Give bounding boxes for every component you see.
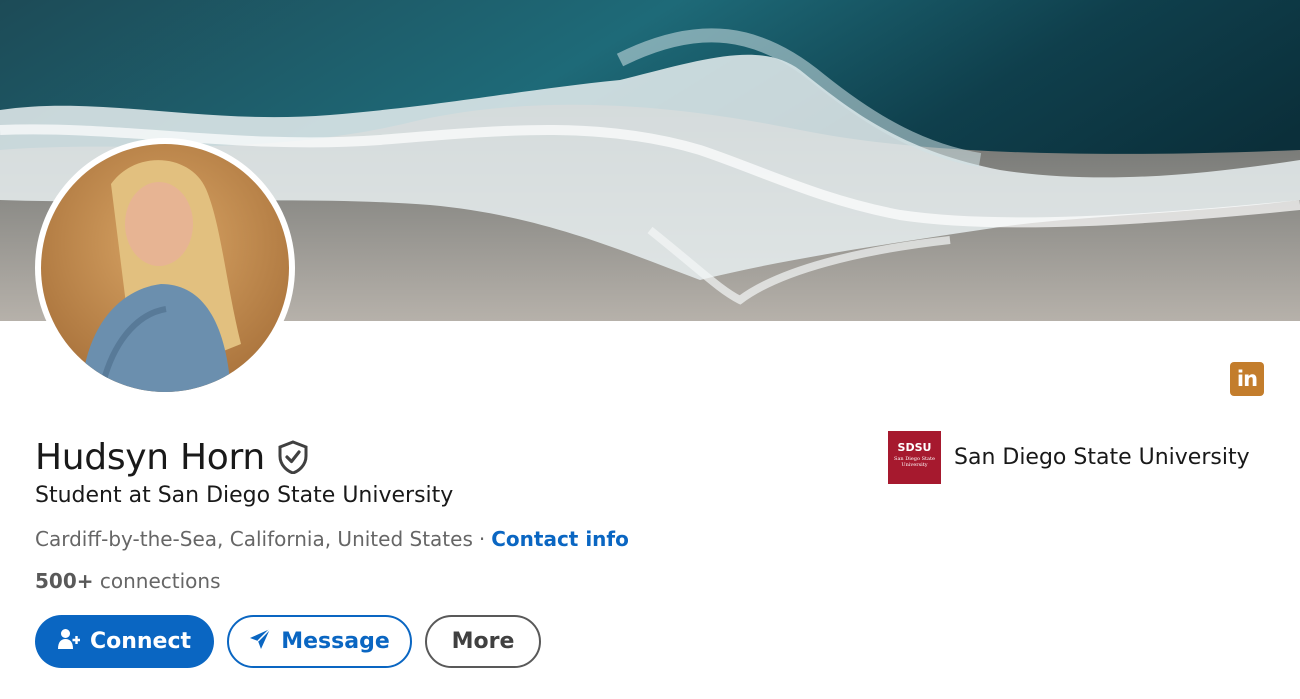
profile-name-row: Hudsyn Horn (35, 433, 309, 481)
contact-info-link[interactable]: Contact info (491, 527, 629, 551)
education-entry[interactable]: SDSU San Diego State University San Dieg… (888, 431, 1250, 484)
more-label: More (451, 629, 515, 654)
add-person-icon (57, 628, 80, 656)
message-label: Message (281, 629, 390, 654)
connections-count[interactable]: 500+ connections (35, 569, 221, 593)
connections-label: connections (99, 569, 221, 593)
profile-name: Hudsyn Horn (35, 436, 265, 478)
location-row: Cardiff-by-the-Sea, California, United S… (35, 527, 629, 551)
profile-photo[interactable] (35, 138, 295, 398)
profile-headline: Student at San Diego State University (35, 483, 454, 508)
school-name: San Diego State University (954, 445, 1250, 470)
profile-location: Cardiff-by-the-Sea, California, United S… (35, 527, 473, 551)
paper-plane-icon (249, 627, 271, 656)
school-logo-subtitle: San Diego State University (894, 456, 935, 468)
school-logo: SDSU San Diego State University (888, 431, 941, 484)
connect-label: Connect (89, 629, 192, 654)
separator-dot: · (478, 527, 486, 551)
profile-actions: Connect Message More (35, 615, 541, 668)
message-button[interactable]: Message (227, 615, 412, 668)
connect-button[interactable]: Connect (35, 615, 214, 668)
avatar-image (41, 144, 289, 392)
connections-number: 500+ (35, 569, 94, 593)
shield-check-icon[interactable] (277, 440, 309, 475)
more-button[interactable]: More (425, 615, 541, 668)
school-logo-abbr: SDSU (897, 441, 932, 454)
linkedin-icon[interactable]: in (1230, 362, 1264, 396)
